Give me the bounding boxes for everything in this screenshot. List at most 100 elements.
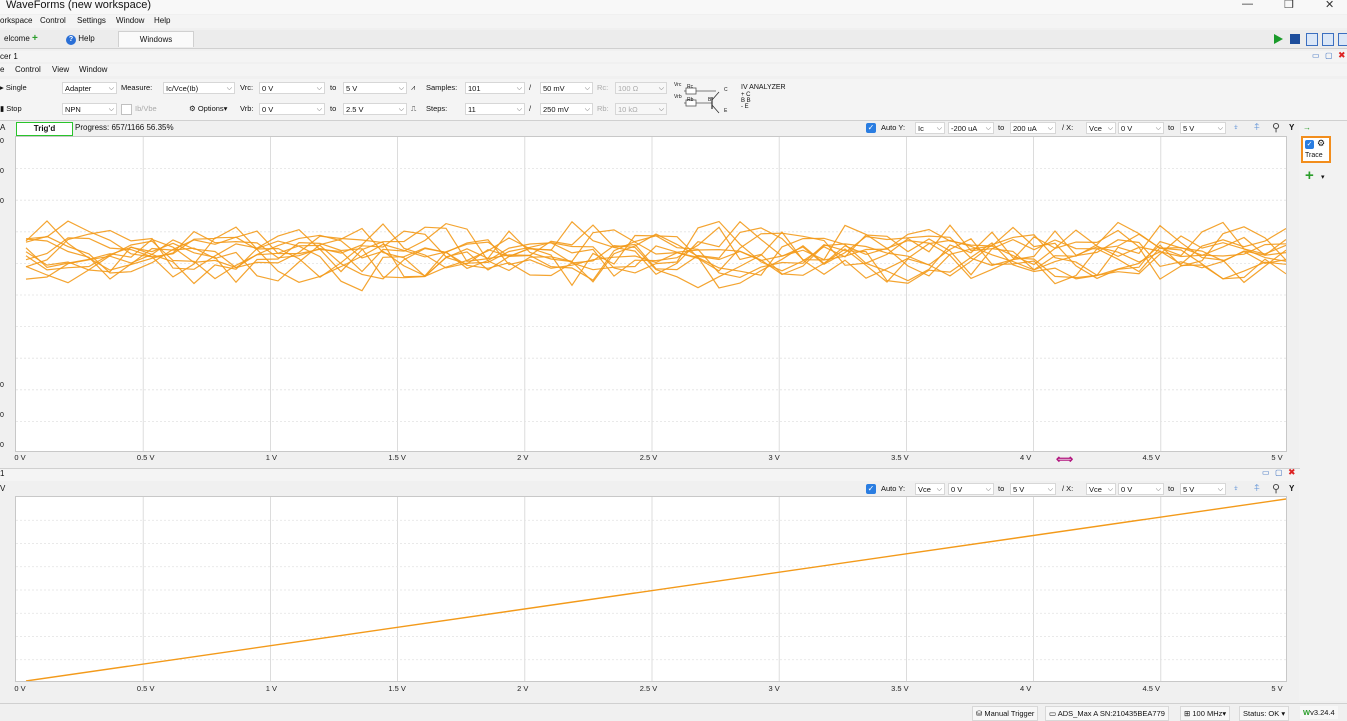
chevron-down-icon: ⌵ (936, 486, 942, 493)
plot2-canvas[interactable] (15, 496, 1287, 682)
magnifier-icon[interactable]: ⚲ (1272, 121, 1280, 134)
zoom-out-icon[interactable]: ⍖ (1233, 122, 1239, 133)
cursor-drag-handle-icon[interactable]: ⟺ (1056, 452, 1073, 466)
plot2-x-from-select[interactable]: 0 V ⌵ (1118, 483, 1164, 495)
layout-split-icon[interactable] (1322, 33, 1334, 46)
menu-window[interactable]: Window (116, 16, 144, 25)
single-button[interactable]: ▸ Single (0, 82, 27, 94)
vrb-to-select[interactable]: 2.5 V ⌵ (343, 103, 407, 115)
minimize-button[interactable]: — (1242, 0, 1253, 10)
vrc-to-label: to (330, 83, 337, 92)
measure-select[interactable]: Ic/Vce(Ib) ⌵ (163, 82, 235, 94)
plot2-float-icon[interactable]: ▭ (1262, 468, 1270, 477)
samples-select[interactable]: 101 ⌵ (465, 82, 525, 94)
plot1-y-button[interactable]: Y (1289, 123, 1294, 132)
arrow-right-icon[interactable]: → (1303, 123, 1311, 132)
vertical-scrollbar[interactable] (1338, 136, 1347, 692)
type-select[interactable]: NPN ⌵ (62, 103, 117, 115)
close-button[interactable]: ✕ (1325, 0, 1334, 11)
auto-y-checkbox[interactable]: ✓ (866, 123, 876, 133)
chevron-down-icon: ⌵ (584, 106, 590, 113)
plot2-zoom-in-icon[interactable]: ⍏ (1254, 483, 1260, 494)
samples-step-select[interactable]: 50 mV ⌵ (540, 82, 593, 94)
tab-help[interactable]: ? Help (62, 31, 99, 46)
plot1-x-to-value: 5 V (1183, 124, 1195, 133)
submenu-window[interactable]: Window (79, 65, 107, 74)
type-value: NPN (65, 105, 81, 114)
chevron-down-icon: ⌵ (658, 106, 664, 113)
vrc-to-select[interactable]: 5 V ⌵ (343, 82, 407, 94)
menu-settings[interactable]: Settings (77, 16, 106, 25)
restore-button[interactable]: ❐ (1284, 0, 1294, 11)
plot2-max-icon[interactable]: ▢ (1275, 468, 1283, 477)
layout-more-icon[interactable] (1338, 33, 1347, 46)
vrb-from-select[interactable]: 0 V ⌵ (259, 103, 325, 115)
plot1-x-from-select[interactable]: 0 V ⌵ (1118, 122, 1164, 134)
layout-icon[interactable] (1306, 33, 1318, 46)
plot1-x-var-value: Vce (1089, 124, 1102, 133)
chevron-down-icon[interactable]: ▾ (1321, 173, 1325, 181)
plot2-x-var-select[interactable]: Vce ⌵ (1086, 483, 1116, 495)
plot1-x-tick-label: 4 V (1019, 453, 1032, 462)
manual-trigger-button[interactable]: ⛁ Manual Trigger (972, 706, 1039, 721)
plot1-x-var-select[interactable]: Vce ⌵ (1086, 122, 1116, 134)
window-close-icon[interactable]: ✖ (1338, 50, 1346, 61)
plot2-x-tick-label: 2 V (517, 684, 529, 693)
menu-control[interactable]: Control (40, 16, 66, 25)
trace-checkbox[interactable]: ✓ (1305, 140, 1314, 149)
submenu-control[interactable]: Control (15, 65, 41, 74)
run-icon[interactable] (1274, 34, 1283, 44)
adapter-select[interactable]: Adapter ⌵ (62, 82, 117, 94)
plot1-y-from-select[interactable]: -200 uA ⌵ (948, 122, 994, 134)
chevron-down-icon: ⌵ (1217, 486, 1223, 493)
menu-workspace[interactable]: orkspace (0, 16, 32, 25)
add-trace-icon[interactable]: + (1305, 167, 1314, 184)
plot1-x-tick-label: 2 V (517, 453, 529, 462)
b-circuit-label: B (708, 97, 712, 103)
plot2-close-icon[interactable]: ✖ (1288, 467, 1296, 478)
plot1-canvas[interactable] (15, 136, 1287, 452)
tab-windows[interactable]: Windows (118, 31, 194, 47)
plot2-auto-y-label: Auto Y: (881, 484, 906, 493)
plot2-x-to-select[interactable]: 5 V ⌵ (1180, 483, 1226, 495)
trace-button[interactable]: ✓ ⚙ Trace (1301, 136, 1331, 163)
status-label: Status: OK (1243, 709, 1280, 718)
submenu-file[interactable]: e (0, 65, 4, 74)
plot2-x-tick-label: 1 V (265, 684, 278, 693)
plot2-x-to-label: to (1168, 484, 1175, 493)
plot2-y-var-select[interactable]: Vce ⌵ (915, 483, 945, 495)
submenu-view[interactable]: View (52, 65, 69, 74)
plot1-y-to-select[interactable]: 200 uA ⌵ (1010, 122, 1056, 134)
window-float-icon[interactable]: ▭ (1312, 51, 1320, 60)
status-indicator[interactable]: Status: OK ▾ (1239, 706, 1290, 721)
ib-vbe-checkbox[interactable] (121, 104, 132, 115)
rb-label: Rb: (597, 104, 609, 113)
stop-icon[interactable] (1290, 34, 1300, 44)
plot2-zoom-out-icon[interactable]: ⍖ (1233, 483, 1239, 494)
add-icon[interactable]: + (32, 33, 38, 44)
trace-settings-icon[interactable]: ⚙ (1317, 138, 1325, 149)
plot2-auto-y-checkbox[interactable]: ✓ (866, 484, 876, 494)
plot2-y-from-select[interactable]: 0 V ⌵ (948, 483, 994, 495)
rb-circuit-label: Rb (687, 97, 694, 103)
menu-help[interactable]: Help (154, 16, 170, 25)
options-button[interactable]: ⚙ Options▾ (189, 103, 227, 115)
vrc-from-select[interactable]: 0 V ⌵ (259, 82, 325, 94)
plot1-x-to-select[interactable]: 5 V ⌵ (1180, 122, 1226, 134)
steps-step-select[interactable]: 250 mV ⌵ (540, 103, 593, 115)
plot2-y-to-select[interactable]: 5 V ⌵ (1010, 483, 1056, 495)
plot2-magnifier-icon[interactable]: ⚲ (1272, 482, 1280, 495)
zoom-in-icon[interactable]: ⍏ (1254, 122, 1260, 133)
device-selector[interactable]: ▭ ADS_Max A SN:210435BEA779 (1045, 706, 1169, 721)
window-max-icon[interactable]: ▢ (1325, 51, 1333, 60)
clock-selector[interactable]: ⊞ 100 MHz▾ (1180, 706, 1231, 721)
plot2-x-tick-label: 4.5 V (1142, 684, 1161, 693)
plot2-y-button[interactable]: Y (1289, 484, 1294, 493)
rc-select[interactable]: 100 Ω ⌵ (615, 82, 667, 94)
steps-select[interactable]: 11 ⌵ (465, 103, 525, 115)
plot1-y-var-select[interactable]: Ic ⌵ (915, 122, 945, 134)
samples-label: Samples: (426, 83, 458, 92)
tab-welcome[interactable]: elcome + (0, 31, 42, 46)
rb-select[interactable]: 10 kΩ ⌵ (615, 103, 667, 115)
stop-button[interactable]: ▮ Stop (0, 103, 22, 115)
